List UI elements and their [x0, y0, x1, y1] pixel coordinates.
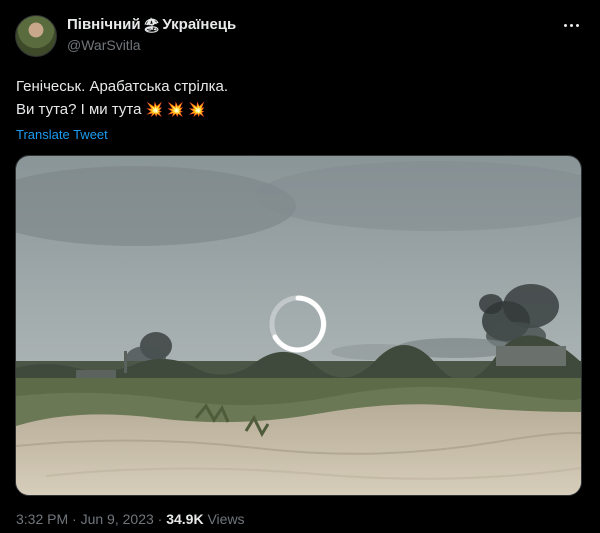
tweet-text-line-2: Ви тута? І ми тута 💥 💥 💥 — [16, 98, 576, 121]
meta-separator-2: · — [157, 511, 163, 527]
more-horizontal-icon — [563, 23, 579, 27]
author-name-link[interactable]: Північний 🏖 Українець — [67, 16, 236, 33]
meta-separator: · — [72, 511, 77, 527]
translate-tweet-link[interactable]: Translate Tweet — [16, 127, 108, 142]
tweet-video[interactable] — [15, 155, 582, 496]
avatar[interactable] — [15, 15, 57, 57]
more-options-button[interactable] — [559, 15, 583, 35]
tweet-text-line-1: Генічеськ. Арабатська стрілка. — [16, 78, 229, 95]
tweet-time[interactable]: 3:32 PM — [16, 511, 68, 527]
views-count: 34.9K — [166, 511, 204, 527]
author-display-name-suffix: Українець — [162, 16, 237, 33]
beach-umbrella-emoji: 🏖 — [142, 16, 161, 33]
tweet-text-line-2-text: Ви тута? І ми тута — [16, 101, 142, 118]
author-handle[interactable]: @WarSvitla — [67, 37, 141, 53]
tweet-date[interactable]: Jun 9, 2023 — [81, 511, 154, 527]
views-label: Views — [207, 511, 245, 527]
author-display-name: Північний — [67, 16, 141, 33]
tweet-text: Генічеськ. Арабатська стрілка. Ви тута? … — [16, 76, 576, 121]
tweet-meta: 3:32 PM · Jun 9, 2023 · 34.9K Views — [16, 511, 245, 527]
loading-spinner-icon — [269, 295, 327, 353]
collision-emoji: 💥 💥 💥 — [145, 101, 206, 117]
